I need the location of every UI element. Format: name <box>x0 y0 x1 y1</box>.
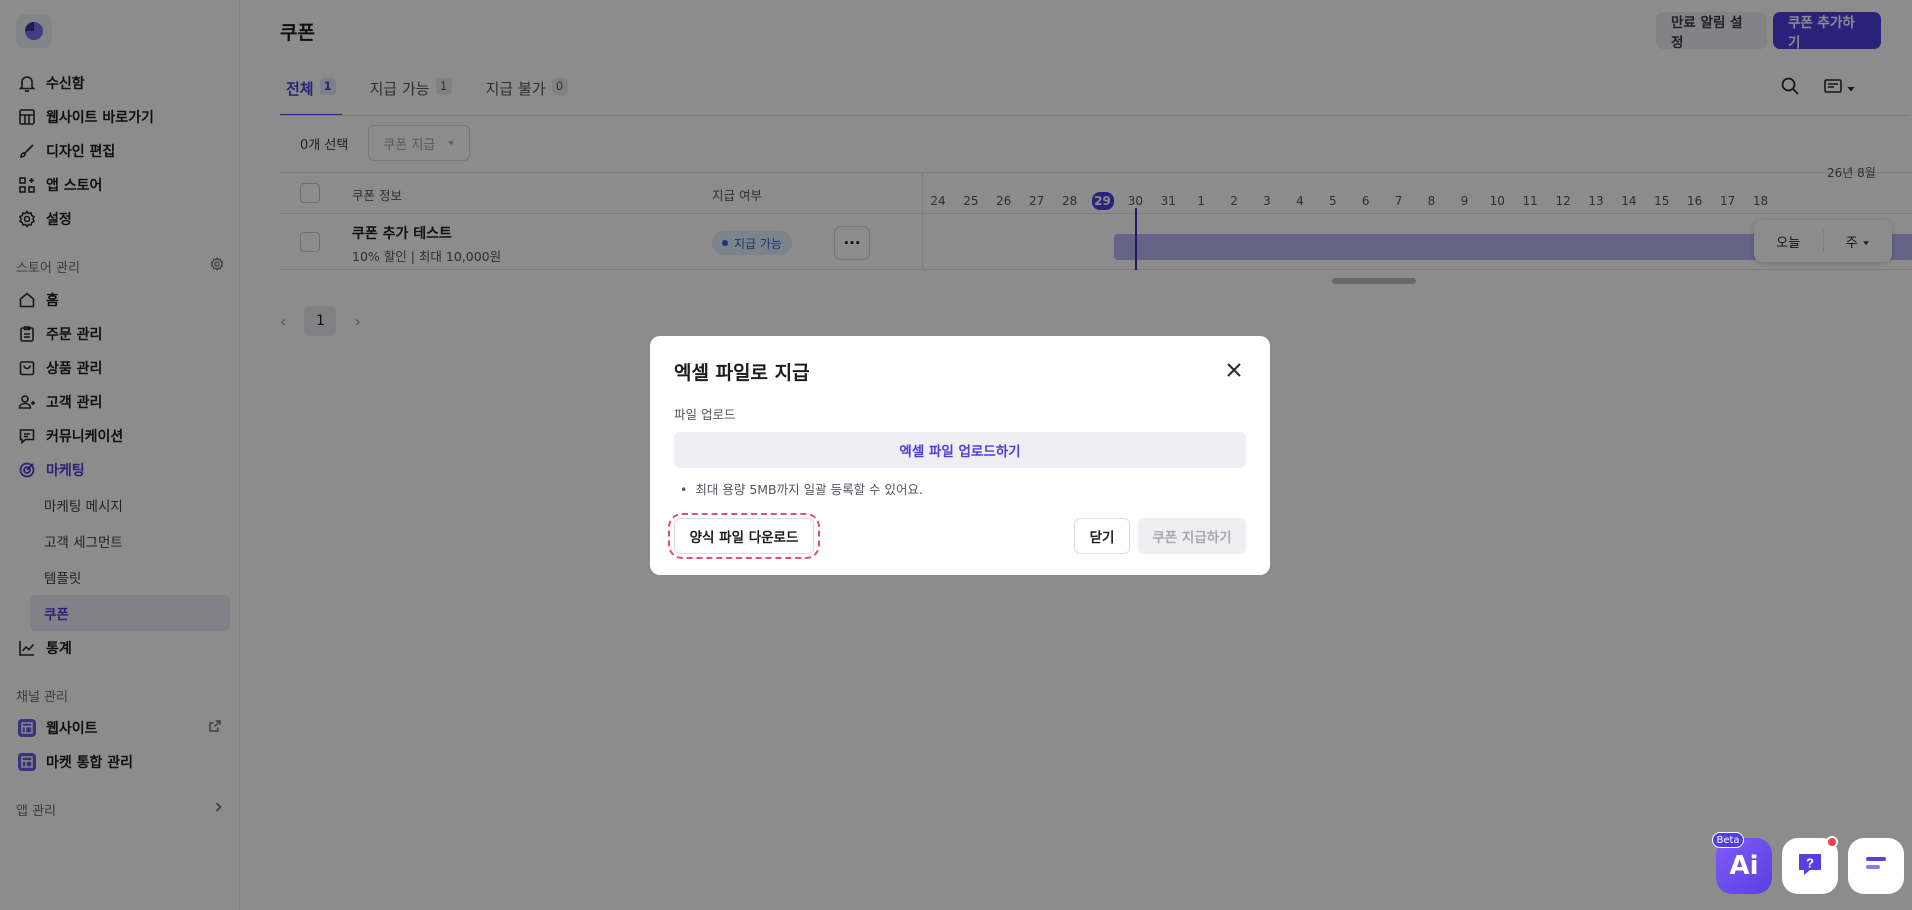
upload-hint: 최대 용량 5MB까지 일괄 등록할 수 있어요. <box>680 479 923 498</box>
issue-coupon-button[interactable]: 쿠폰 지급하기 <box>1138 518 1246 554</box>
close-button[interactable]: 닫기 <box>1074 518 1130 554</box>
beta-badge: Beta <box>1712 832 1744 848</box>
notification-dot <box>1826 836 1838 848</box>
download-template-button[interactable]: 양식 파일 다운로드 <box>674 518 814 554</box>
file-upload-label: 파일 업로드 <box>674 407 736 422</box>
svg-text:?: ? <box>1806 856 1814 871</box>
excel-issue-modal: 엑셀 파일로 지급 파일 업로드 엑셀 파일 업로드하기 최대 용량 5MB까지… <box>650 336 1270 575</box>
excel-upload-button[interactable]: 엑셀 파일 업로드하기 <box>674 432 1246 468</box>
modal-title: 엑셀 파일로 지급 <box>674 362 810 384</box>
close-icon[interactable] <box>1222 358 1246 382</box>
menu-button[interactable] <box>1848 838 1904 894</box>
hamburger-icon <box>1861 849 1891 883</box>
ai-label: Ai <box>1729 851 1759 881</box>
question-bubble-icon: ? <box>1795 849 1825 883</box>
